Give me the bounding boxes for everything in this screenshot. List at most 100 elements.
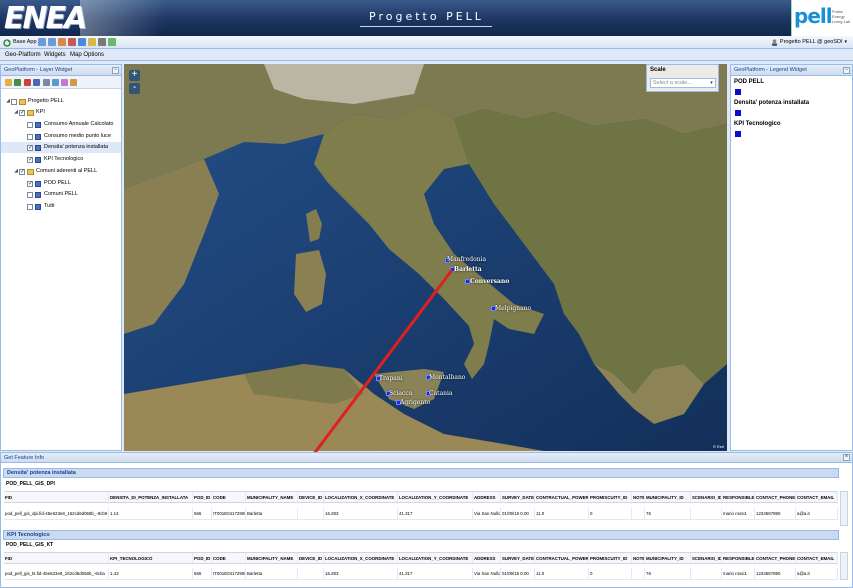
column-header[interactable]: RESPONSIBLE: [722, 553, 755, 565]
column-header[interactable]: MUNICIPALITY_ID: [645, 492, 691, 504]
delete-icon[interactable]: [24, 79, 31, 86]
info-icon[interactable]: [78, 38, 86, 46]
column-header[interactable]: POD_ID: [193, 553, 212, 565]
column-header[interactable]: POD_ID: [193, 492, 212, 504]
layer-tree-item[interactable]: ✓ Densita' potenza installata: [1, 142, 121, 153]
layer-icon: [35, 121, 41, 128]
column-header[interactable]: PROMISCUITY_ID: [589, 492, 632, 504]
layer-tree-item[interactable]: Consumo medio punto luce: [1, 131, 121, 142]
layer-checkbox[interactable]: ✓: [19, 168, 25, 175]
feature-group-header[interactable]: KPI Tecnologico: [3, 530, 839, 540]
collapse-icon[interactable]: −: [112, 67, 119, 74]
add-layer-icon[interactable]: [14, 79, 21, 86]
layer-tree-item[interactable]: ◢ ✓ KPI: [1, 107, 121, 118]
table-cell: [298, 568, 324, 580]
column-header[interactable]: DENSITA_DI_POTENZA_INSTALLATA: [109, 492, 193, 504]
column-header[interactable]: LOCALIZATION_Y_COORDINATE: [398, 492, 473, 504]
menu-geo-platform[interactable]: Geo-Platform: [5, 51, 41, 59]
column-header[interactable]: PROMISCUITY_ID: [589, 553, 632, 565]
print-icon[interactable]: [98, 38, 106, 46]
column-header[interactable]: DEVICE_ID: [298, 553, 324, 565]
column-header[interactable]: CONTACT_PHONE: [755, 553, 796, 565]
column-header[interactable]: ADDRESS: [473, 553, 501, 565]
table-cell: mario rossi1: [722, 568, 755, 580]
layer-checkbox[interactable]: [11, 98, 17, 105]
layer-checkbox[interactable]: [27, 203, 33, 210]
user-menu[interactable]: Progetto PELL @ geoSDI ▾: [771, 38, 847, 47]
column-header[interactable]: SURVEY_DATE: [501, 492, 535, 504]
column-header[interactable]: LOCALIZATION_Y_COORDINATE: [398, 553, 473, 565]
menu-widgets[interactable]: Widgets: [44, 51, 66, 59]
layer-checkbox[interactable]: ✓: [27, 180, 33, 187]
chevron-down-icon[interactable]: ▾: [708, 79, 715, 87]
measure-icon[interactable]: [68, 38, 76, 46]
column-header[interactable]: FID: [4, 492, 109, 504]
column-header[interactable]: RESPONSIBLE: [722, 492, 755, 504]
menu-map-options[interactable]: Map Options: [70, 51, 104, 59]
column-header[interactable]: ADDRESS: [473, 492, 501, 504]
add-folder-icon[interactable]: [5, 79, 12, 86]
column-header[interactable]: CODE: [212, 492, 246, 504]
layer-tree-item[interactable]: Consumo Annuale Calcolato: [1, 119, 121, 130]
layer-checkbox[interactable]: [27, 133, 33, 140]
layer-tree-item[interactable]: Comuni PELL: [1, 189, 121, 200]
layer-tree-item[interactable]: ✓ POD PELL: [1, 178, 121, 189]
zoom-to-layer-icon[interactable]: [52, 79, 59, 86]
column-header[interactable]: SURVEY_DATE: [501, 553, 535, 565]
table-cell: 11.0: [535, 508, 589, 520]
scale-select[interactable]: Select a scale... ▾: [650, 78, 716, 88]
column-header[interactable]: DEVICE_ID: [298, 492, 324, 504]
column-header[interactable]: MUNICIPALITY_NAME: [246, 492, 298, 504]
map-view[interactable]: + - Scale Select a scale... ▾ Manfredoni…: [124, 64, 727, 451]
pan-icon[interactable]: [58, 38, 66, 46]
column-header[interactable]: LOCALIZATION_X_COORDINATE: [324, 553, 398, 565]
city-label: Sciacca: [389, 390, 413, 397]
base-app-button[interactable]: Base App: [3, 38, 37, 47]
column-header[interactable]: FID: [4, 553, 109, 565]
column-header[interactable]: MUNICIPALITY_NAME: [246, 553, 298, 565]
column-header[interactable]: CONTACT_EMAIL: [796, 553, 838, 565]
column-header[interactable]: CONTRACTUAL_POWER: [535, 553, 589, 565]
column-header[interactable]: CODE: [212, 553, 246, 565]
zoom-in-icon[interactable]: [38, 38, 46, 46]
column-header[interactable]: MUNICIPALITY_ID: [645, 553, 691, 565]
map-zoom-out-button[interactable]: -: [129, 83, 140, 94]
home-icon[interactable]: [88, 38, 96, 46]
column-header[interactable]: KPI_TECNOLOGICO: [109, 553, 193, 565]
feature-info-title: Get Feature Info ×: [1, 453, 852, 463]
layer-tree-item[interactable]: Tutti: [1, 201, 121, 212]
column-header[interactable]: NOTE: [632, 553, 645, 565]
properties-icon[interactable]: [43, 79, 50, 86]
column-header[interactable]: NOTE: [632, 492, 645, 504]
style-icon[interactable]: [61, 79, 68, 86]
column-header[interactable]: SCENARIO_ID: [691, 492, 722, 504]
export-icon[interactable]: [108, 38, 116, 46]
legend-icon[interactable]: [70, 79, 77, 86]
save-icon[interactable]: [33, 79, 40, 86]
map-zoom-in-button[interactable]: +: [129, 70, 140, 81]
layer-checkbox[interactable]: [27, 121, 33, 128]
layer-toolbar: [1, 76, 121, 89]
feature-grid-scrollbar[interactable]: [840, 552, 848, 580]
column-header[interactable]: SCENARIO_ID: [691, 553, 722, 565]
layer-tree-item[interactable]: ◢ ✓ Comuni aderenti al PELL: [1, 166, 121, 177]
column-header[interactable]: CONTACT_EMAIL: [796, 492, 838, 504]
column-header[interactable]: CONTRACTUAL_POWER: [535, 492, 589, 504]
collapse-icon[interactable]: −: [843, 67, 850, 74]
zoom-out-icon[interactable]: [48, 38, 56, 46]
table-row[interactable]: pod_pell_gis_kt.fid-45e623e8_162cd6d068b…: [4, 568, 838, 580]
table-row[interactable]: pod_pell_gis_dpi.fid-45e623e8_162cd6d068…: [4, 508, 838, 520]
column-header[interactable]: LOCALIZATION_X_COORDINATE: [324, 492, 398, 504]
layer-checkbox[interactable]: ✓: [27, 144, 33, 151]
feature-group-header[interactable]: Densita' potenza installata: [3, 468, 839, 478]
layer-tree-item[interactable]: ◢ Progetto PELL: [1, 96, 121, 107]
legend-entry-title: POD PELL: [734, 79, 765, 85]
close-icon[interactable]: ×: [843, 454, 850, 461]
layer-checkbox[interactable]: ✓: [19, 109, 25, 116]
feature-grid-scrollbar[interactable]: [840, 491, 848, 526]
column-header[interactable]: CONTACT_PHONE: [755, 492, 796, 504]
layer-tree-label: Comuni PELL: [44, 191, 78, 197]
layer-tree-item[interactable]: ✓ KPI Tecnologico: [1, 154, 121, 165]
layer-checkbox[interactable]: [27, 191, 33, 198]
layer-checkbox[interactable]: ✓: [27, 156, 33, 163]
